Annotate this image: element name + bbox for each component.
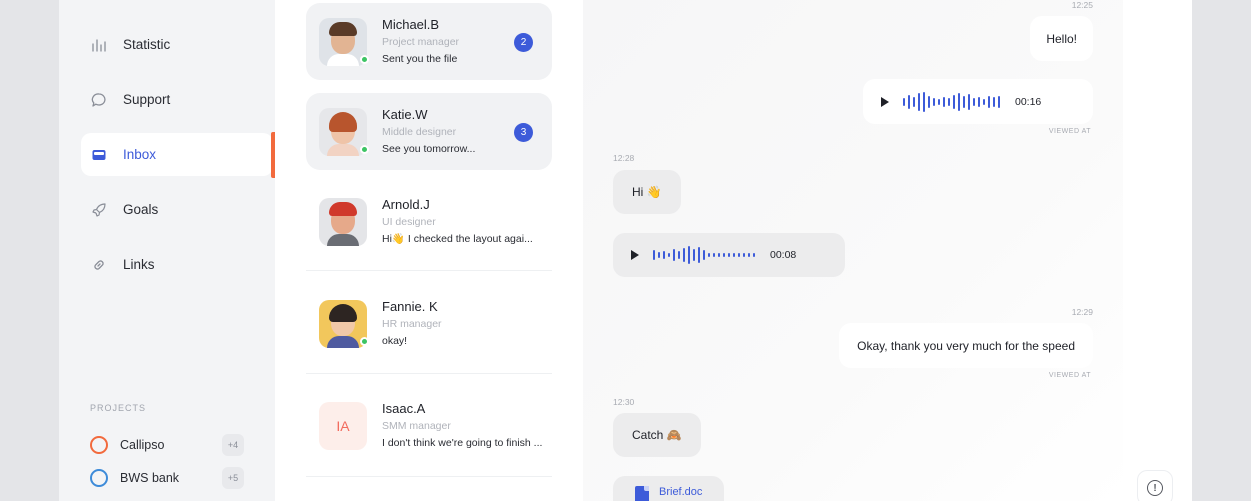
right-rail: ! [1123,0,1192,501]
projects-heading: PROJECTS [90,403,147,413]
message-bubble-incoming: Catch 🙈 [613,413,701,457]
message-timestamp: 12:30 [613,397,635,407]
link-icon [91,257,107,273]
project-count-badge: +4 [222,434,244,456]
last-message: Hi👋 I checked the layout agai... [382,232,533,245]
unread-badge: 3 [514,123,533,142]
last-message: Sent you the file [382,52,458,65]
sidebar-item-links[interactable]: Links [81,243,273,286]
sidebar-item-label: Statistic [123,37,171,52]
sidebar-item-label: Goals [123,202,159,217]
avatar [319,299,369,348]
rocket-icon [91,202,107,218]
sidebar: Statistic Support Inbox Goals Links PROJ… [59,0,275,501]
document-icon [635,486,649,501]
voice-duration: 00:16 [1015,95,1042,108]
voice-duration: 00:08 [770,249,797,261]
avatar [319,107,369,156]
project-item-callipso[interactable]: Callipso +4 [90,434,244,456]
contact-role: UI designer [382,215,436,228]
conversation-item[interactable]: Fannie. K HR manager okay! [306,285,552,362]
file-name[interactable]: Brief.doc [659,486,702,498]
avatar-initials: IA [336,417,350,434]
message-timestamp: 12:25 [1071,0,1093,10]
divider [306,373,552,374]
contact-role: HR manager [382,317,442,330]
sidebar-item-support[interactable]: Support [81,78,273,121]
online-status-dot [360,54,369,64]
project-count-badge: +5 [222,467,244,489]
last-message: okay! [382,334,408,347]
project-name: Callipso [120,438,165,452]
play-icon[interactable] [631,250,639,260]
project-ring-icon [90,469,108,487]
voice-message-outgoing: 00:16 [863,79,1093,124]
contact-name: Arnold.J [382,196,430,212]
sidebar-item-inbox[interactable]: Inbox [81,133,273,176]
conversation-item[interactable]: IA Isaac.A SMM manager I don't think we'… [306,387,552,464]
info-icon: ! [1147,480,1163,496]
contact-name: Michael.B [382,16,440,32]
last-message: I don't think we're going to finish ... [382,436,543,449]
avatar: IA [319,401,367,450]
project-ring-icon [90,436,108,454]
last-message: See you tomorrow... [382,142,476,155]
conversation-item[interactable]: Katie.W Middle designer See you tomorrow… [306,93,552,170]
voice-message-incoming: 00:08 [613,233,845,277]
online-status-dot [360,336,369,346]
message-text: Hello! [1046,31,1077,46]
contact-name: Katie.W [382,106,428,122]
message-text: Hi 👋 [632,185,662,199]
message-text: Catch 🙈 [632,428,682,442]
chat-bubble-icon [91,92,107,108]
chat-thread: 12:25 Hello! 00:16 VIEWED AT 12:28 Hi 👋 … [583,0,1123,501]
online-status-dot [360,144,369,154]
info-button[interactable]: ! [1137,470,1173,501]
viewed-status: VIEWED AT [1048,128,1091,135]
waveform[interactable] [653,245,758,265]
play-icon[interactable] [881,96,889,107]
viewed-status: VIEWED AT [1048,372,1091,379]
conversation-item[interactable]: Michael.B Project manager Sent you the f… [306,3,552,80]
divider [306,476,552,477]
sidebar-item-label: Inbox [123,147,157,162]
message-timestamp: 12:29 [1071,307,1093,317]
conversation-item[interactable]: Arnold.J UI designer Hi👋 I checked the l… [306,183,552,260]
waveform[interactable] [903,91,1003,112]
avatar [319,197,367,246]
file-attachment[interactable]: Brief.doc [613,476,725,501]
contact-name: Fannie. K [382,298,438,314]
divider [306,270,552,271]
sidebar-item-label: Links [123,257,155,272]
contact-role: SMM manager [382,419,451,432]
bar-chart-icon [91,37,107,53]
unread-badge: 2 [514,33,533,52]
sidebar-item-statistic[interactable]: Statistic [81,23,273,66]
avatar [319,17,369,66]
message-bubble-incoming: Hi 👋 [613,170,681,214]
message-text: Okay, thank you very much for the speed [857,338,1075,353]
inbox-icon [91,147,107,163]
message-timestamp: 12:28 [613,153,635,163]
project-item-bws-bank[interactable]: BWS bank +5 [90,467,244,489]
inbox-app: Statistic Support Inbox Goals Links PROJ… [59,0,1192,501]
message-bubble-outgoing: Okay, thank you very much for the speed [839,323,1093,368]
project-name: BWS bank [120,471,180,485]
message-bubble-outgoing: Hello! [1030,16,1093,61]
contact-name: Isaac.A [382,400,426,416]
conversation-list: Michael.B Project manager Sent you the f… [275,0,583,501]
sidebar-item-label: Support [123,92,171,107]
sidebar-item-goals[interactable]: Goals [81,188,273,231]
